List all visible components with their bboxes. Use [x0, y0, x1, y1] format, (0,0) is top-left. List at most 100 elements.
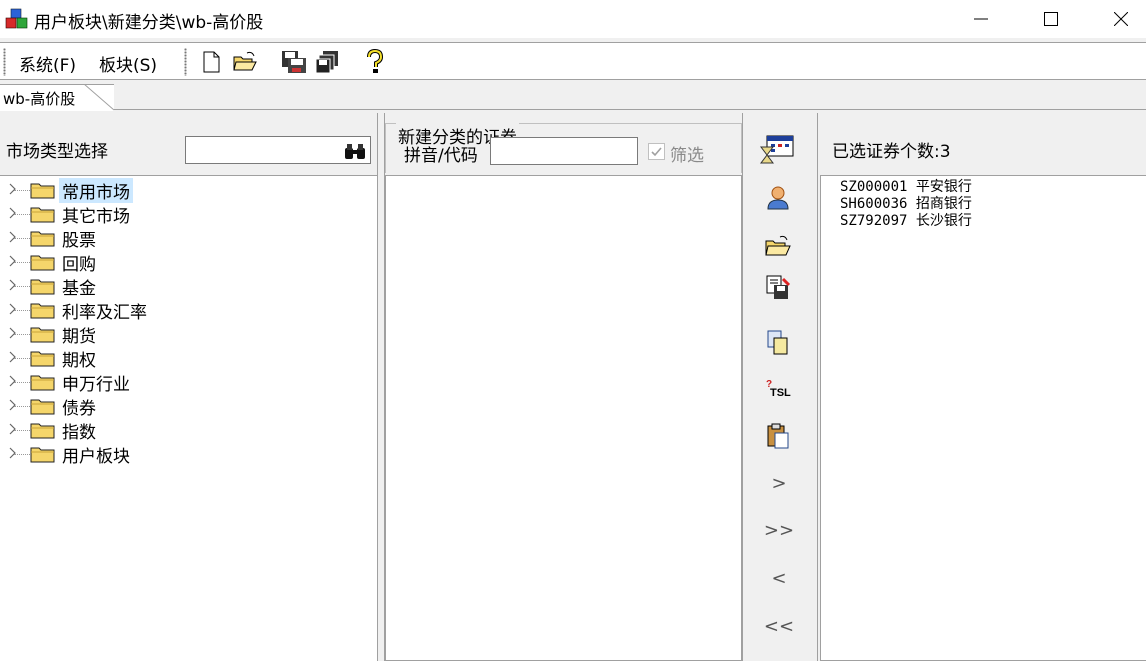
chevron-right-icon[interactable]	[8, 327, 18, 339]
tree-item-label: 股票	[62, 231, 96, 251]
tree-connector	[14, 310, 30, 311]
chevron-right-icon[interactable]	[8, 447, 18, 459]
toolbar-grip[interactable]	[184, 48, 187, 76]
calendar-timer-button[interactable]	[760, 133, 794, 164]
folder-icon	[30, 183, 55, 199]
close-icon	[1114, 12, 1128, 26]
tab-edge	[84, 84, 114, 111]
list-item[interactable]: SZ000001 平安银行	[840, 179, 972, 195]
chevron-right-icon[interactable]	[8, 375, 18, 387]
tree-item[interactable]: 期权	[0, 345, 377, 371]
menu-toolbar: 系统(F) 板块(S)	[0, 42, 1146, 80]
tree-connector	[14, 454, 30, 455]
tree-connector	[14, 406, 30, 407]
filter-label: 筛选	[670, 146, 704, 166]
minimize-button[interactable]	[946, 0, 1016, 38]
save-icon	[282, 51, 306, 73]
remove-selected-button[interactable]: <	[759, 568, 799, 589]
tsl-icon: ? TSL	[766, 379, 791, 399]
folder-icon	[30, 423, 55, 439]
tree-item[interactable]: 利率及汇率	[0, 297, 377, 323]
market-tree[interactable]: 常用市场 其它市场股票回购 基金利率及汇率 期货 期权 申万行业债券 指数 用户板块	[0, 175, 377, 661]
tree-item-label: 债券	[62, 399, 96, 419]
checkmark-icon	[651, 147, 662, 157]
list-item[interactable]: SZ792097 长沙银行	[840, 213, 972, 229]
tree-item-label: 利率及汇率	[62, 303, 147, 323]
open-button[interactable]	[763, 231, 793, 261]
window-title: 用户板块\新建分类\wb-高价股	[34, 13, 264, 33]
splitter[interactable]	[377, 113, 385, 661]
tree-item[interactable]: 回购	[0, 249, 377, 275]
tsl-button[interactable]: ? TSL	[763, 375, 793, 405]
action-column: ? TSL > >> < <<	[745, 113, 817, 661]
maximize-button[interactable]	[1016, 0, 1086, 38]
maximize-icon	[1044, 12, 1058, 26]
selected-securities-list[interactable]: SZ000001 平安银行 SH600036 招商银行 SZ792097 长沙银行	[820, 175, 1146, 661]
chevron-right-icon[interactable]	[8, 423, 18, 435]
tree-item-label: 回购	[62, 255, 96, 275]
copy-button[interactable]	[763, 328, 793, 358]
tree-connector	[14, 382, 30, 383]
save-button[interactable]	[280, 49, 306, 75]
market-type-label: 市场类型选择	[6, 142, 108, 162]
tree-connector	[14, 286, 30, 287]
list-item[interactable]: SH600036 招商银行	[840, 196, 972, 212]
open-folder-button[interactable]	[232, 49, 258, 75]
open-folder-icon	[765, 235, 791, 256]
tab-label: wb-高价股	[3, 90, 76, 108]
chevron-right-icon[interactable]	[8, 279, 18, 291]
paste-button[interactable]	[763, 421, 793, 451]
chevron-right-icon[interactable]	[8, 351, 18, 363]
minimize-icon	[974, 18, 988, 20]
add-selected-button[interactable]: >	[759, 473, 799, 494]
save-all-button[interactable]	[314, 49, 340, 75]
filter-checkbox[interactable]	[648, 143, 665, 160]
pinyin-code-label: 拼音/代码	[404, 146, 478, 166]
tree-item[interactable]: 股票	[0, 225, 377, 251]
chevron-right-icon[interactable]	[8, 231, 18, 243]
user-button[interactable]	[763, 183, 793, 213]
folder-icon	[30, 447, 55, 463]
toolbar-grip[interactable]	[3, 48, 6, 76]
tree-connector	[14, 238, 30, 239]
chevron-right-icon[interactable]	[8, 303, 18, 315]
tree-item[interactable]: 常用市场	[0, 177, 377, 203]
tree-item[interactable]: 基金	[0, 273, 377, 299]
remove-all-button[interactable]: <<	[759, 616, 799, 637]
tree-item[interactable]: 申万行业	[0, 369, 377, 395]
market-search-input[interactable]	[185, 136, 371, 164]
chevron-right-icon[interactable]	[8, 255, 18, 267]
menu-block[interactable]: 板块(S)	[99, 51, 157, 76]
new-doc-button[interactable]	[198, 49, 224, 75]
securities-list[interactable]	[385, 175, 742, 661]
add-all-button[interactable]: >>	[759, 520, 799, 541]
pinyin-code-input[interactable]	[490, 137, 638, 165]
title-bar: 用户板块\新建分类\wb-高价股	[0, 0, 1146, 38]
folder-icon	[30, 207, 55, 223]
chevron-right-icon[interactable]	[8, 399, 18, 411]
user-icon	[767, 186, 789, 210]
tree-item[interactable]: 债券	[0, 393, 377, 419]
folder-icon	[30, 399, 55, 415]
save-all-icon	[315, 51, 338, 74]
folder-icon	[30, 351, 55, 367]
tree-item[interactable]: 用户板块	[0, 441, 377, 467]
new-doc-icon	[203, 51, 220, 73]
market-type-panel: 市场类型选择 常用市场 其它市场股票回购 基金利率及汇率 期货 期权 申万行业债券 指数 用户…	[0, 113, 377, 661]
binoculars-icon[interactable]	[343, 142, 367, 160]
tree-item[interactable]: 期货	[0, 321, 377, 347]
tree-connector	[14, 214, 30, 215]
export-button[interactable]	[763, 273, 793, 303]
close-button[interactable]	[1086, 0, 1146, 38]
tree-item[interactable]: 其它市场	[0, 201, 377, 227]
tree-item[interactable]: 指数	[0, 417, 377, 443]
folder-icon	[30, 327, 55, 343]
chevron-right-icon[interactable]	[8, 183, 18, 195]
toolbar-separator	[349, 49, 350, 75]
chevron-right-icon[interactable]	[8, 207, 18, 219]
tree-connector	[14, 358, 30, 359]
export-doc-icon	[766, 275, 791, 299]
help-button[interactable]	[362, 48, 388, 75]
selected-panel: 已选证券个数:3 SZ000001 平安银行 SH600036 招商银行 SZ792…	[820, 113, 1146, 661]
menu-system[interactable]: 系统(F)	[19, 51, 76, 76]
